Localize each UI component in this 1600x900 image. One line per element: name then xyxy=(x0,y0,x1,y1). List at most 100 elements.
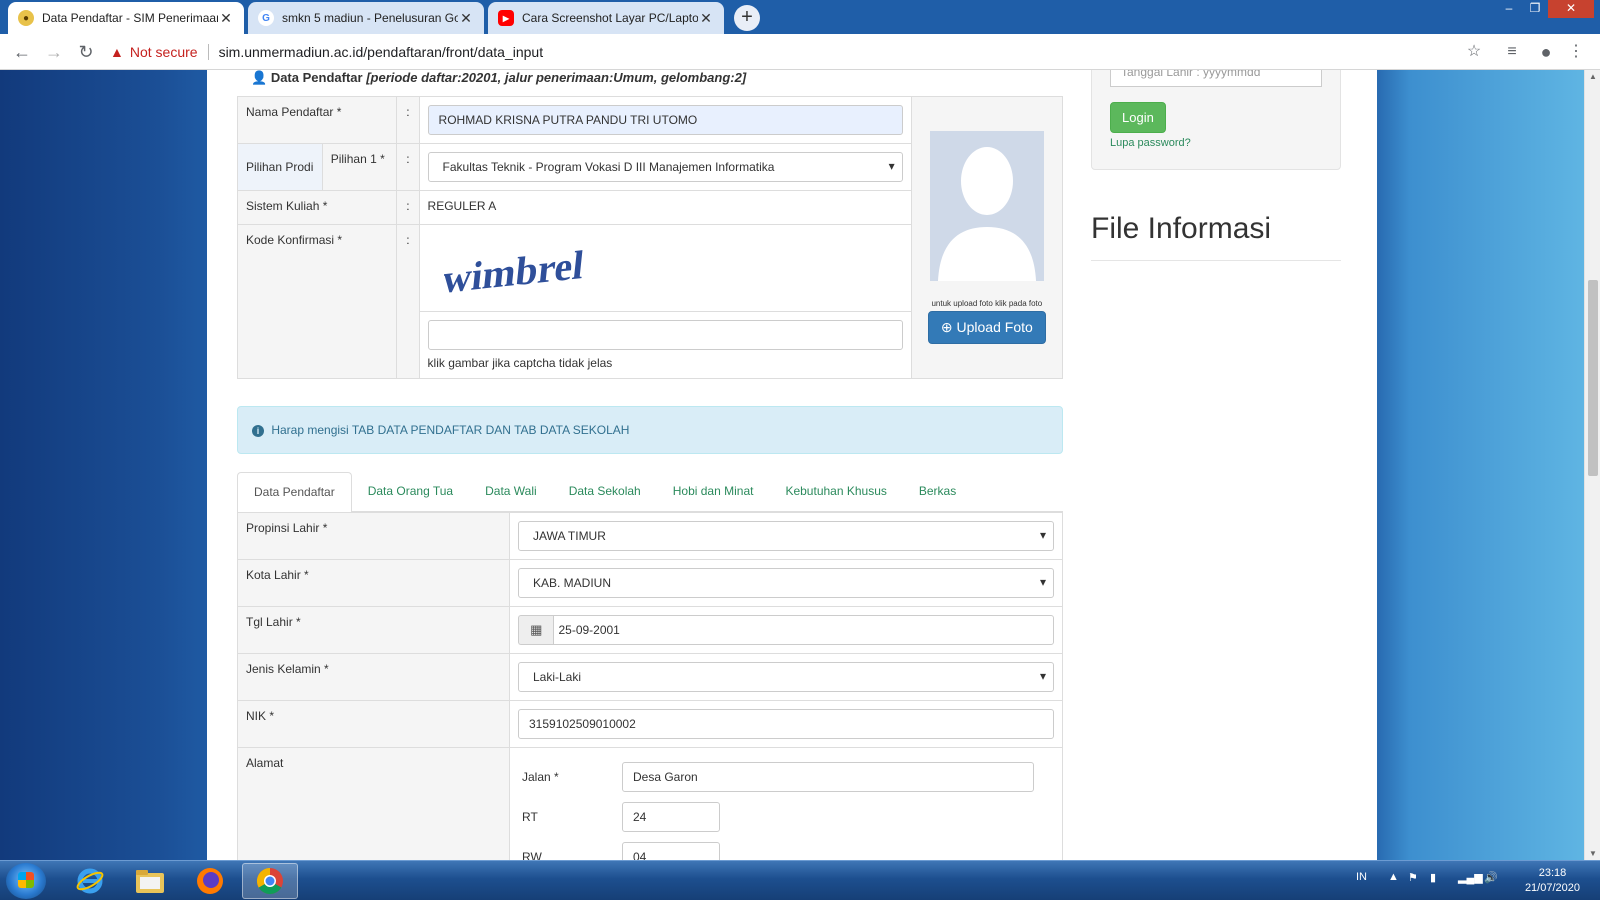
rt-row: RT 24 xyxy=(518,802,1054,832)
login-button[interactable]: Login xyxy=(1110,102,1166,133)
user-icon: 👤 xyxy=(251,70,268,85)
jk-value: Laki-Laki xyxy=(518,662,1054,692)
upload-label: Upload Foto xyxy=(956,319,1033,335)
nik-input[interactable]: 3159102509010002 xyxy=(518,709,1054,739)
page-scrollbar[interactable]: ▲ ▼ xyxy=(1584,70,1600,860)
rt-input[interactable]: 24 xyxy=(622,802,720,832)
tab-data-wali[interactable]: Data Wali xyxy=(469,472,553,511)
prodi-select[interactable]: Fakultas Teknik - Program Vokasi D III M… xyxy=(427,152,903,182)
menu-dots-icon[interactable]: ⋮ xyxy=(1564,40,1588,64)
sistem-value: REGULER A xyxy=(418,190,912,225)
browser-tab[interactable]: G smkn 5 madiun - Penelusuran Go ✕ xyxy=(248,2,484,34)
star-icon[interactable]: ☆ xyxy=(1462,40,1486,64)
volume-icon[interactable]: 🔊 xyxy=(1484,871,1498,884)
taskbar-explorer[interactable] xyxy=(122,863,178,899)
taskbar-clock[interactable]: 23:18 21/07/2020 xyxy=(1525,866,1580,896)
tgl-input[interactable]: 25-09-2001 xyxy=(553,615,1054,645)
internet-explorer-icon xyxy=(76,868,104,894)
tab-berkas[interactable]: Berkas xyxy=(903,472,972,511)
close-icon[interactable]: ✕ xyxy=(458,10,474,27)
sistem-label: Sistem Kuliah * xyxy=(236,190,398,225)
tab-kebutuhan-khusus[interactable]: Kebutuhan Khusus xyxy=(769,472,902,511)
jk-label: Jenis Kelamin * xyxy=(237,653,510,701)
scroll-down-icon[interactable]: ▼ xyxy=(1585,849,1600,858)
panel-heading: 👤 Data Pendaftar [periode daftar:20201, … xyxy=(251,70,746,86)
tab-hobi-dan-minat[interactable]: Hobi dan Minat xyxy=(657,472,770,511)
captcha-input[interactable] xyxy=(427,320,903,350)
tab-title: smkn 5 madiun - Penelusuran Go xyxy=(282,11,458,25)
forward-arrow-icon[interactable]: → xyxy=(42,40,66,64)
window-close-icon[interactable]: ✕ xyxy=(1548,0,1594,18)
taskbar-ie[interactable] xyxy=(62,863,118,899)
date-group: ▦ 25-09-2001 xyxy=(518,615,1054,645)
close-icon[interactable]: ✕ xyxy=(218,10,234,27)
page-content: 👤 Data Pendaftar [periode daftar:20201, … xyxy=(207,70,1377,860)
photo-note: untuk upload foto klik pada foto xyxy=(931,299,1043,308)
jk-select[interactable]: Laki-Laki xyxy=(518,662,1054,692)
prodi-select-value: Fakultas Teknik - Program Vokasi D III M… xyxy=(427,152,903,182)
clock-date: 21/07/2020 xyxy=(1524,882,1580,894)
propinsi-label: Propinsi Lahir * xyxy=(237,512,510,560)
taskbar-firefox[interactable] xyxy=(182,863,238,899)
tab-title: Cara Screenshot Layar PC/Laptop xyxy=(522,11,698,25)
tab-data-pendaftar[interactable]: Data Pendaftar xyxy=(237,472,352,513)
login-box: Tanggal Lahir : yyyymmdd Login Lupa pass… xyxy=(1091,70,1341,170)
language-indicator[interactable]: IN xyxy=(1356,871,1367,883)
emblem-icon: ● xyxy=(18,10,34,26)
rw-row: RW 04 xyxy=(518,842,1054,860)
media-queue-icon[interactable]: ≡ xyxy=(1500,40,1524,64)
tanggal-lahir-input[interactable]: Tanggal Lahir : yyyymmdd xyxy=(1110,70,1322,87)
calendar-icon[interactable]: ▦ xyxy=(518,615,554,645)
taskbar-chrome[interactable] xyxy=(242,863,298,899)
show-hidden-icons-icon[interactable]: ▲ xyxy=(1388,871,1399,883)
panel-heading-title: Data Pendaftar xyxy=(270,70,363,85)
network-signal-icon[interactable]: ▂▄▆ xyxy=(1458,871,1483,884)
tab-data-sekolah[interactable]: Data Sekolah xyxy=(553,472,657,511)
profile-photo[interactable] xyxy=(929,131,1044,281)
security-label: Not secure xyxy=(129,44,198,60)
start-button[interactable] xyxy=(6,863,46,899)
youtube-icon: ▶ xyxy=(498,10,514,26)
colon: : xyxy=(396,190,420,225)
kode-label: Kode Konfirmasi * xyxy=(236,224,398,379)
scrollbar-thumb[interactable] xyxy=(1588,280,1598,476)
google-icon: G xyxy=(258,10,274,26)
captcha-image[interactable]: wimbrel xyxy=(420,225,911,311)
account-icon[interactable]: ● xyxy=(1534,40,1558,64)
propinsi-select[interactable]: JAWA TIMUR xyxy=(518,521,1054,551)
browser-tab-strip: ● Data Pendaftar - SIM Penerimaan ✕ G sm… xyxy=(0,0,1600,34)
new-tab-button[interactable]: + xyxy=(734,5,760,31)
page-viewport: 👤 Data Pendaftar [periode daftar:20201, … xyxy=(0,70,1584,860)
upload-foto-button[interactable]: ⊕ Upload Foto xyxy=(927,311,1046,344)
rw-label: RW xyxy=(522,850,542,860)
kota-label: Kota Lahir * xyxy=(237,559,510,607)
nama-label: Nama Pendaftar * xyxy=(236,96,398,144)
colon: : xyxy=(396,143,420,191)
browser-tab[interactable]: ▶ Cara Screenshot Layar PC/Laptop ✕ xyxy=(488,2,724,34)
rw-input[interactable]: 04 xyxy=(622,842,720,860)
action-center-flag-icon[interactable]: ⚑ xyxy=(1408,871,1418,884)
rt-label: RT xyxy=(522,810,538,824)
kota-select[interactable]: KAB. MADIUN xyxy=(518,568,1054,598)
avatar-silhouette-icon xyxy=(929,131,1044,281)
photo-cell: untuk upload foto klik pada foto ⊕ Uploa… xyxy=(910,96,1064,379)
firefox-icon xyxy=(197,868,223,894)
close-icon[interactable]: ✕ xyxy=(698,10,714,27)
jalan-input[interactable]: Desa Garon xyxy=(622,762,1034,792)
pilihan-label: Pilihan 1 * xyxy=(321,143,398,191)
battery-icon[interactable]: ▮ xyxy=(1430,871,1436,884)
browser-toolbar: ← → ↻ ▲ Not secure sim.unmermadiun.ac.id… xyxy=(0,34,1600,70)
reload-icon[interactable]: ↻ xyxy=(74,40,98,64)
windows-taskbar: IN ▲ ⚑ ▮ ▂▄▆ 🔊 23:18 21/07/2020 xyxy=(0,860,1600,900)
divider xyxy=(207,44,209,60)
minimize-icon[interactable]: – xyxy=(1496,0,1522,18)
browser-tab-active[interactable]: ● Data Pendaftar - SIM Penerimaan ✕ xyxy=(8,2,244,34)
tab-data-orang-tua[interactable]: Data Orang Tua xyxy=(352,472,469,511)
address-bar[interactable]: ▲ Not secure sim.unmermadiun.ac.id/penda… xyxy=(110,40,1490,64)
lupa-password-link[interactable]: Lupa password? xyxy=(1110,137,1191,149)
scroll-up-icon[interactable]: ▲ xyxy=(1585,72,1600,81)
restore-icon[interactable]: ❐ xyxy=(1522,0,1548,18)
back-arrow-icon[interactable]: ← xyxy=(10,40,34,64)
kota-value: KAB. MADIUN xyxy=(518,568,1054,598)
nama-input[interactable]: ROHMAD KRISNA PUTRA PANDU TRI UTOMO xyxy=(427,105,903,135)
